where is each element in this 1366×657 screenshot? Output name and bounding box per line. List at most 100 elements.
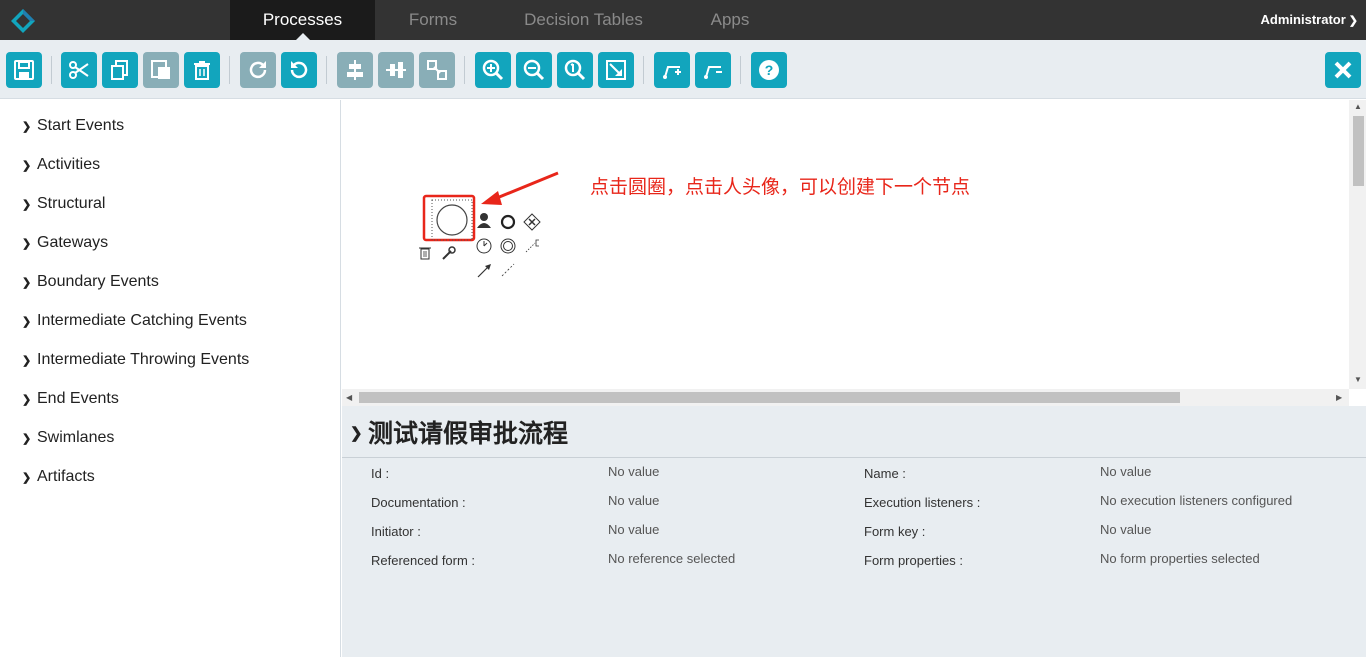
property-label: Referenced form :: [371, 553, 476, 568]
canvas-drawing: [419, 171, 559, 278]
user-task-icon[interactable]: [477, 213, 491, 228]
exclusive-gateway-icon[interactable]: [523, 213, 541, 231]
zoom-actual-size-button[interactable]: [557, 52, 593, 88]
zoom-in-button[interactable]: [475, 52, 511, 88]
palette-group-label: Start Events: [37, 117, 125, 134]
help-button[interactable]: ?: [751, 52, 787, 88]
palette-group-end-events[interactable]: ❯ End Events: [22, 390, 119, 410]
undo-button[interactable]: [281, 52, 317, 88]
remove-bendpoint-icon: [704, 66, 722, 79]
shape-palette: ❯ Start Events ❯ Activities ❯ Structural ❯ G…: [0, 100, 341, 657]
add-bendpoint-button[interactable]: [654, 52, 690, 88]
align-vertical-button[interactable]: [378, 52, 414, 88]
chevron-right-icon: ❯: [22, 316, 32, 328]
svg-text:?: ?: [765, 62, 774, 78]
property-value-name[interactable]: No value: [1100, 464, 1151, 479]
toolbar-separator: [229, 56, 230, 84]
scroll-up-icon[interactable]: ▲: [1354, 102, 1362, 111]
zoom-fit-button[interactable]: [598, 52, 634, 88]
same-size-icon: [427, 60, 447, 80]
property-label: Form key :: [864, 524, 926, 539]
horizontal-scrollbar[interactable]: ◀ ▶: [342, 389, 1349, 406]
palette-group-label: Activities: [37, 156, 101, 173]
instruction-annotation: 点击圆圈，点击人头像，可以创建下一个节点: [590, 177, 971, 198]
palette-group-artifacts[interactable]: ❯ Artifacts: [22, 468, 95, 488]
remove-bendpoint-button[interactable]: [695, 52, 731, 88]
palette-group-label: Intermediate Catching Events: [37, 312, 247, 329]
properties-title[interactable]: ❯ 测试请假审批流程: [350, 414, 568, 454]
vertical-scroll-thumb[interactable]: [1353, 116, 1364, 186]
property-value-execution-listeners[interactable]: No execution listeners configured: [1100, 493, 1292, 508]
chevron-right-icon: ❯: [22, 121, 32, 133]
undo-icon: [290, 61, 308, 79]
trash-icon[interactable]: [419, 247, 431, 260]
help-icon: ?: [759, 60, 779, 80]
align-horizontal-button[interactable]: [337, 52, 373, 88]
scroll-right-icon[interactable]: ▶: [1336, 393, 1342, 402]
close-editor-button[interactable]: [1325, 52, 1361, 88]
redo-icon: [249, 61, 267, 79]
text-annotation-icon[interactable]: [525, 239, 539, 253]
user-menu[interactable]: Administrator ❯: [1261, 0, 1358, 40]
scroll-down-icon[interactable]: ▼: [1354, 375, 1362, 384]
zoom-in-icon: [482, 59, 504, 81]
scissors-icon: [69, 61, 89, 79]
palette-group-structural[interactable]: ❯ Structural: [22, 195, 105, 215]
tab-processes[interactable]: Processes: [230, 0, 375, 40]
chevron-right-icon: ❯: [22, 277, 32, 289]
tab-apps[interactable]: Apps: [676, 0, 784, 40]
tab-forms[interactable]: Forms: [375, 0, 491, 40]
chevron-right-icon: ❯: [22, 433, 32, 445]
same-size-button[interactable]: [419, 52, 455, 88]
zoom-fit-icon: [606, 60, 626, 80]
palette-group-start-events[interactable]: ❯ Start Events: [22, 117, 124, 137]
property-value-initiator[interactable]: No value: [608, 522, 659, 537]
top-navigation-bar: Processes Forms Decision Tables Apps Adm…: [0, 0, 1366, 40]
property-value-id[interactable]: No value: [608, 464, 659, 479]
copy-button[interactable]: [102, 52, 138, 88]
association-icon[interactable]: [501, 263, 515, 277]
palette-group-activities[interactable]: ❯ Activities: [22, 156, 100, 176]
property-value-documentation[interactable]: No value: [608, 493, 659, 508]
scroll-left-icon[interactable]: ◀: [346, 393, 352, 402]
close-icon: [1334, 61, 1352, 79]
palette-group-intermediate-throwing-events[interactable]: ❯ Intermediate Throwing Events: [22, 351, 249, 371]
zoom-out-icon: [523, 59, 545, 81]
palette-group-gateways[interactable]: ❯ Gateways: [22, 234, 108, 254]
save-button[interactable]: [6, 52, 42, 88]
annotation-arrowhead: [481, 191, 502, 205]
property-value-referenced-form[interactable]: No reference selected: [608, 551, 735, 566]
wrench-icon[interactable]: [442, 246, 456, 260]
tab-decision-tables[interactable]: Decision Tables: [491, 0, 676, 40]
property-value-form-properties[interactable]: No form properties selected: [1100, 551, 1260, 566]
property-value-form-key[interactable]: No value: [1100, 522, 1151, 537]
end-event-icon[interactable]: [500, 214, 516, 230]
palette-group-intermediate-catching-events[interactable]: ❯ Intermediate Catching Events: [22, 312, 247, 332]
paste-icon: [151, 60, 170, 79]
toolbar-separator: [51, 56, 52, 84]
start-event-shape[interactable]: [436, 204, 468, 236]
vertical-scrollbar[interactable]: ▲ ▼: [1349, 100, 1366, 389]
delete-button[interactable]: [184, 52, 220, 88]
horizontal-scroll-thumb[interactable]: [359, 392, 1180, 403]
align-vertical-icon: [386, 62, 406, 78]
sequence-flow-icon[interactable]: [477, 264, 491, 278]
zoom-out-button[interactable]: [516, 52, 552, 88]
palette-group-swimlanes[interactable]: ❯ Swimlanes: [22, 429, 114, 449]
zoom-actual-icon: [564, 59, 586, 81]
redo-button[interactable]: [240, 52, 276, 88]
intermediate-event-icon[interactable]: [500, 238, 516, 254]
divider: [342, 457, 1366, 458]
toolbar-separator: [464, 56, 465, 84]
palette-group-boundary-events[interactable]: ❯ Boundary Events: [22, 273, 159, 293]
app-logo-icon[interactable]: [10, 8, 36, 34]
chevron-down-icon: ❯: [1348, 15, 1358, 27]
chevron-right-icon: ❯: [22, 472, 32, 484]
timer-event-icon[interactable]: [476, 238, 492, 254]
diagram-canvas[interactable]: 点击圆圈，点击人头像，可以创建下一个节点 ▲ ▼ ◀ ▶: [342, 100, 1366, 406]
paste-button[interactable]: [143, 52, 179, 88]
editor-toolbar: ?: [0, 40, 1366, 99]
palette-group-label: End Events: [37, 390, 119, 407]
cut-button[interactable]: [61, 52, 97, 88]
palette-group-label: Artifacts: [37, 468, 95, 485]
